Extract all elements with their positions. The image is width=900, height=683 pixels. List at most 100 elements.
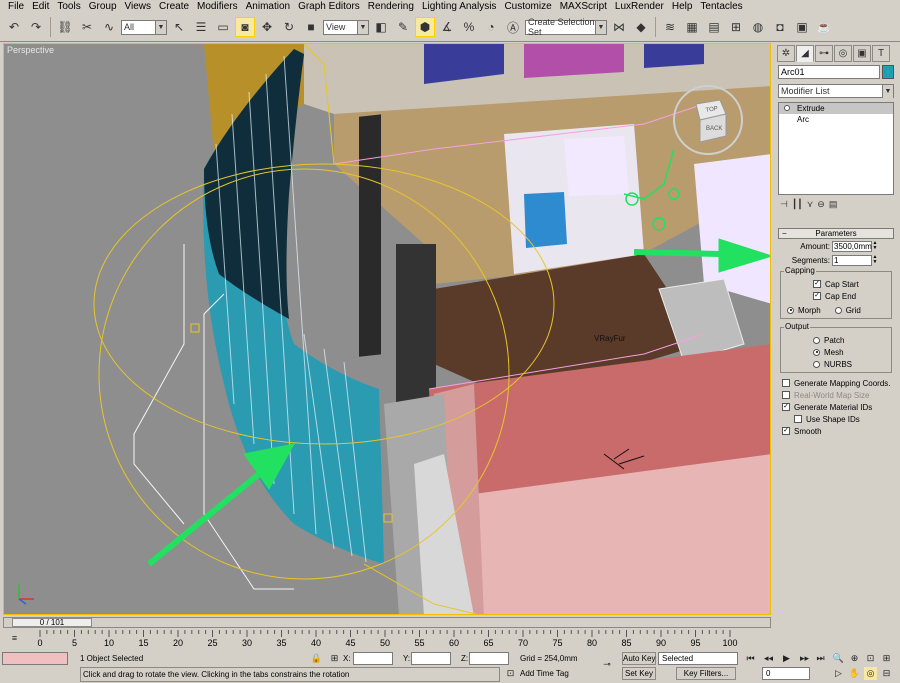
current-frame-field[interactable]: 0 bbox=[762, 667, 810, 680]
time-tag-icon[interactable]: ⊡ bbox=[504, 667, 517, 680]
menu-item-tools[interactable]: Tools bbox=[53, 0, 84, 13]
field-of-view-icon[interactable]: ▷ bbox=[832, 667, 845, 680]
schematic-view-icon[interactable]: ⊞ bbox=[726, 17, 746, 37]
snap-toggle-icon[interactable]: ⬢ bbox=[415, 17, 435, 37]
modify-tab-icon[interactable]: ◢ bbox=[796, 45, 814, 62]
create-tab-icon[interactable]: ✲ bbox=[777, 45, 795, 62]
previous-frame-icon[interactable]: ◂◂ bbox=[762, 652, 775, 665]
object-color-swatch[interactable] bbox=[882, 65, 894, 79]
select-object-icon[interactable]: ↖ bbox=[169, 17, 189, 37]
named-selection-dropdown[interactable]: Create Selection Set ▼ bbox=[525, 17, 607, 37]
mini-curve-editor-icon[interactable]: ≡ bbox=[8, 632, 21, 645]
frame-ruler[interactable]: 0 5 10 15 20 25 30 35 40 45 50 55 60 65 70 75 80 85 90 95 10… bbox=[37, 630, 771, 650]
gen-matids-checkbox[interactable]: ✓ Generate Material IDs bbox=[782, 401, 894, 413]
edit-named-selection-icon[interactable]: Ⓐ bbox=[503, 17, 523, 37]
z-coord-field[interactable] bbox=[469, 652, 509, 665]
menu-item-views[interactable]: Views bbox=[121, 0, 156, 13]
goto-start-icon[interactable]: ⏮ bbox=[744, 652, 757, 665]
menu-item-rendering[interactable]: Rendering bbox=[364, 0, 418, 13]
x-coord-field[interactable] bbox=[353, 652, 393, 665]
rotate-icon[interactable]: ↻ bbox=[279, 17, 299, 37]
menu-item-lighting-analysis[interactable]: Lighting Analysis bbox=[418, 0, 501, 13]
cap-start-checkbox[interactable]: ✓ Cap Start bbox=[783, 278, 891, 290]
window-crossing-icon[interactable]: ◙ bbox=[235, 17, 255, 37]
layer-manager-icon[interactable]: ≋ bbox=[660, 17, 680, 37]
utilities-tab-icon[interactable]: T bbox=[872, 45, 890, 62]
select-manipulate-icon[interactable]: ✎ bbox=[393, 17, 413, 37]
modifier-stack[interactable]: Extrude Arc bbox=[778, 102, 894, 195]
maxscript-listener-mini[interactable] bbox=[2, 652, 68, 665]
move-icon[interactable]: ✥ bbox=[257, 17, 277, 37]
zoom-all-icon[interactable]: ⊕ bbox=[848, 652, 861, 665]
render-setup-icon[interactable]: ◘ bbox=[770, 17, 790, 37]
zoom-icon[interactable]: 🔍 bbox=[832, 652, 845, 665]
rendered-frame-icon[interactable]: ▣ bbox=[792, 17, 812, 37]
spinner-arrows-icon[interactable]: ▲ ▼ bbox=[872, 241, 878, 252]
lock-selection-icon[interactable]: 🔒 bbox=[310, 652, 323, 665]
modifier-list-dropdown[interactable]: Modifier List ▼ bbox=[778, 84, 894, 98]
orbit-icon[interactable]: ◎ bbox=[864, 667, 877, 680]
patch-radio[interactable]: Patch bbox=[783, 334, 891, 346]
align-icon[interactable]: ◆ bbox=[631, 17, 651, 37]
remove-modifier-icon[interactable]: ⊖ bbox=[817, 199, 825, 210]
menu-item-luxrender[interactable]: LuxRender bbox=[611, 0, 668, 13]
next-frame-icon[interactable]: ▸▸ bbox=[798, 652, 811, 665]
angle-snap-icon[interactable]: ∡ bbox=[437, 17, 457, 37]
real-world-checkbox[interactable]: Real-World Map Size bbox=[782, 389, 894, 401]
smooth-checkbox[interactable]: ✓ Smooth bbox=[782, 425, 894, 437]
make-unique-icon[interactable]: ⋎ bbox=[807, 199, 814, 210]
unlink-icon[interactable]: ✂ bbox=[77, 17, 97, 37]
pivot-center-icon[interactable]: ◧ bbox=[371, 17, 391, 37]
key-mode-dropdown[interactable]: Selected bbox=[658, 652, 738, 665]
morph-radio[interactable]: Morph bbox=[787, 304, 821, 316]
track-bar[interactable]: ≡ 0 5 10 15 20 25 30 35 40 45 50 55 60 65 70 75 80 85 90 95… bbox=[0, 630, 771, 650]
parameters-rollout-header[interactable]: − Parameters bbox=[778, 228, 894, 239]
pin-stack-icon[interactable]: ⊣ bbox=[780, 199, 788, 210]
curve-editor-icon[interactable]: ▤ bbox=[704, 17, 724, 37]
key-icon[interactable]: ⊸ bbox=[597, 658, 617, 671]
object-name-field[interactable]: Arc01 bbox=[778, 65, 880, 79]
auto-key-button[interactable]: Auto Key bbox=[622, 652, 656, 665]
menu-item-help[interactable]: Help bbox=[668, 0, 697, 13]
maximize-viewport-icon[interactable]: ⊟ bbox=[880, 667, 893, 680]
bind-space-warp-icon[interactable]: ∿ bbox=[99, 17, 119, 37]
menu-item-group[interactable]: Group bbox=[85, 0, 121, 13]
graphite-ribbon-icon[interactable]: ▦ bbox=[682, 17, 702, 37]
zoom-extents-icon[interactable]: ⊡ bbox=[864, 652, 877, 665]
key-filters-button[interactable]: Key Filters... bbox=[676, 667, 736, 680]
viewport-label[interactable]: Perspective bbox=[7, 45, 54, 55]
configure-sets-icon[interactable]: ▤ bbox=[829, 199, 838, 210]
gen-mapping-checkbox[interactable]: Generate Mapping Coords. bbox=[782, 377, 894, 389]
time-slider-thumb[interactable]: 0 / 101 bbox=[12, 618, 92, 627]
grid-radio[interactable]: Grid bbox=[834, 304, 861, 316]
play-icon[interactable]: ▶ bbox=[780, 652, 793, 665]
select-by-name-icon[interactable]: ☰ bbox=[191, 17, 211, 37]
menu-item-graph-editors[interactable]: Graph Editors bbox=[294, 0, 364, 13]
use-shape-ids-checkbox[interactable]: Use Shape IDs bbox=[782, 413, 894, 425]
reference-coord-dropdown[interactable]: View ▼ bbox=[323, 19, 369, 35]
link-icon[interactable]: ⛓ bbox=[55, 17, 75, 37]
scale-icon[interactable]: ■ bbox=[301, 17, 321, 37]
spinner-snap-icon[interactable]: ◔ bbox=[481, 17, 501, 37]
absolute-mode-icon[interactable]: ⊞ bbox=[328, 652, 341, 665]
menu-item-animation[interactable]: Animation bbox=[242, 0, 294, 13]
amount-spinner[interactable]: 3500,0mm bbox=[832, 241, 872, 252]
material-editor-icon[interactable]: ◍ bbox=[748, 17, 768, 37]
time-slider[interactable]: 0 / 101 bbox=[3, 617, 771, 628]
menu-item-file[interactable]: File bbox=[4, 0, 28, 13]
mirror-icon[interactable]: ⋈ bbox=[609, 17, 629, 37]
redo-icon[interactable]: ↷ bbox=[26, 17, 46, 37]
spinner-arrows-icon[interactable]: ▲ ▼ bbox=[872, 255, 878, 266]
zoom-extents-all-icon[interactable]: ⊞ bbox=[880, 652, 893, 665]
menu-item-create[interactable]: Create bbox=[155, 0, 193, 13]
cap-end-checkbox[interactable]: ✓ Cap End bbox=[783, 290, 891, 302]
hierarchy-tab-icon[interactable]: ⊶ bbox=[815, 45, 833, 62]
pan-view-icon[interactable]: ✋ bbox=[848, 667, 861, 680]
y-coord-field[interactable] bbox=[411, 652, 451, 665]
display-tab-icon[interactable]: ▣ bbox=[853, 45, 871, 62]
menu-item-modifiers[interactable]: Modifiers bbox=[193, 0, 242, 13]
mesh-radio[interactable]: Mesh bbox=[783, 346, 891, 358]
menu-item-maxscript[interactable]: MAXScript bbox=[556, 0, 611, 13]
render-production-icon[interactable]: ☕ bbox=[814, 17, 834, 37]
viewcube-icon[interactable]: TOP BACK bbox=[670, 82, 746, 158]
